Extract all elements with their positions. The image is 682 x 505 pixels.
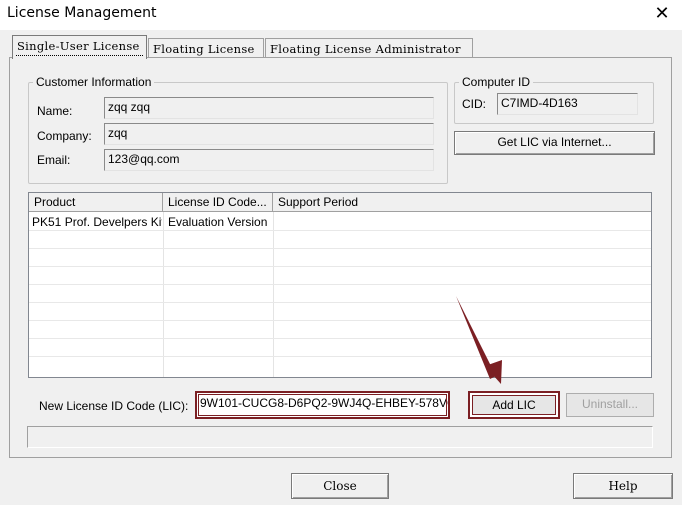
tab-focus-rect (16, 55, 143, 56)
title-bar: License Management ✕ (0, 0, 682, 30)
license-id-code-cell: Evaluation Version (168, 215, 268, 229)
email-field[interactable]: 123@qq.com (104, 149, 434, 171)
column-header-product[interactable]: Product (29, 193, 163, 212)
uninstall-button[interactable]: Uninstall... (566, 393, 654, 417)
product-cell: PK51 Prof. Develpers Kit (32, 215, 162, 229)
close-button-label: Close (323, 479, 357, 493)
help-button[interactable]: Help (573, 473, 673, 499)
add-lic-button[interactable]: Add LIC (468, 391, 560, 419)
row-divider (29, 338, 651, 339)
row-divider (29, 320, 651, 321)
tab-label: Single-User License (17, 39, 140, 53)
company-field[interactable]: zqq (104, 123, 434, 145)
column-header-license-id-code[interactable]: License ID Code... (163, 193, 273, 212)
tab-single-user-license[interactable]: Single-User License (12, 35, 147, 59)
tab-label: Floating License (153, 42, 255, 56)
status-field (27, 426, 653, 448)
new-lic-input[interactable]: 9W101-CUCG8-D6PQ2-9WJ4Q-EHBEY-578VG (195, 391, 450, 419)
window-title: License Management (7, 5, 157, 21)
row-divider (29, 248, 651, 249)
row-divider (29, 356, 651, 357)
column-divider (163, 212, 164, 377)
table-row[interactable]: PK51 Prof. Develpers Kit Evaluation Vers… (29, 213, 651, 230)
column-header-support-period[interactable]: Support Period (273, 193, 651, 212)
row-divider (29, 302, 651, 303)
cid-field[interactable]: C7IMD-4D163 (497, 93, 638, 115)
customer-information-legend: Customer Information (33, 75, 155, 89)
row-divider (29, 266, 651, 267)
annotation-arrow-icon (456, 296, 502, 384)
column-divider (273, 212, 274, 377)
close-button[interactable]: Close (291, 473, 389, 499)
get-lic-via-internet-button[interactable]: Get LIC via Internet... (454, 131, 655, 155)
row-divider (29, 230, 651, 231)
product-license-list[interactable]: Product License ID Code... Support Perio… (28, 192, 652, 378)
name-label: Name: (37, 104, 73, 118)
row-divider (29, 284, 651, 285)
name-field[interactable]: zqq zqq (104, 97, 434, 119)
company-label: Company: (37, 129, 92, 143)
tab-label: Floating License Administrator (270, 42, 461, 56)
new-lic-label: New License ID Code (LIC): (39, 399, 189, 413)
computer-id-legend: Computer ID (459, 75, 534, 89)
cid-label: CID: (462, 97, 486, 111)
email-label: Email: (37, 153, 71, 167)
close-icon[interactable]: ✕ (650, 2, 674, 26)
